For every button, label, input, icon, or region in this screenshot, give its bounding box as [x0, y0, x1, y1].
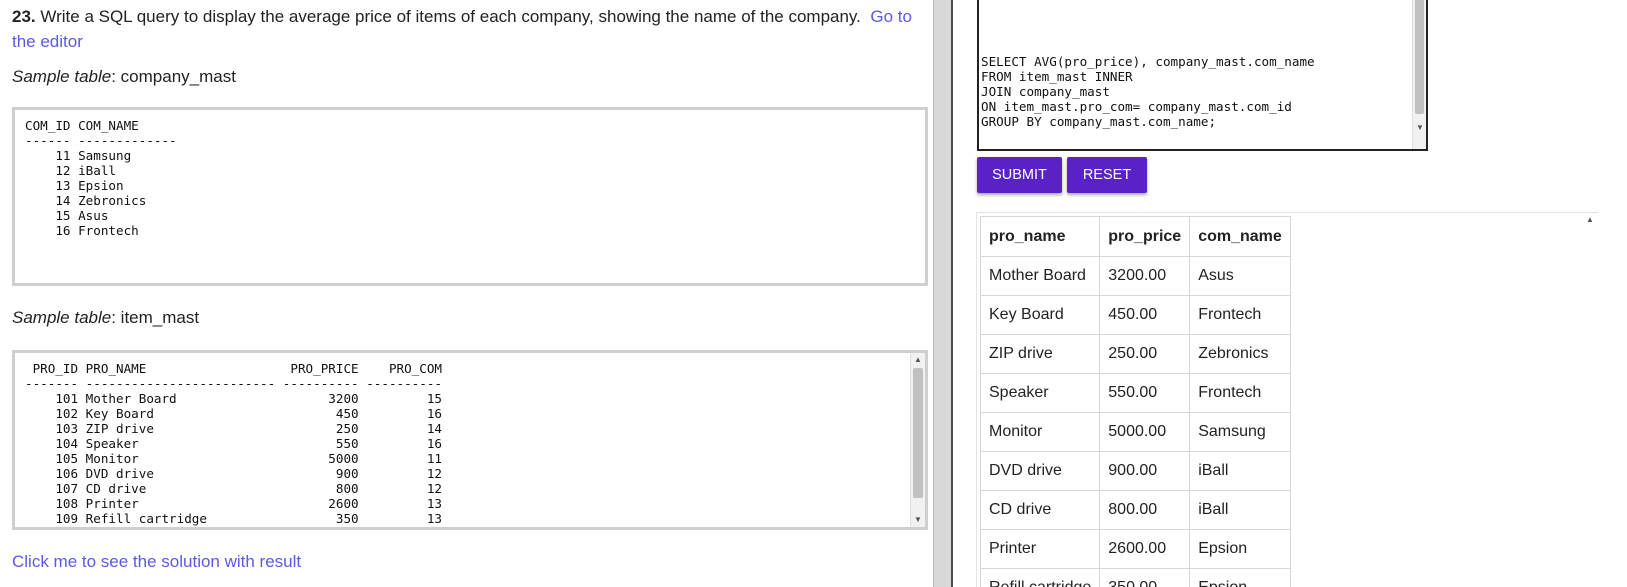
company-mast-table: COM_ID COM_NAME ------ ------------- 11 … — [12, 107, 928, 286]
sql-editor[interactable]: SELECT AVG(pro_price), company_mast.com_… — [977, 0, 1428, 151]
cell-com-name: Frontech — [1189, 373, 1291, 413]
cell-pro-price: 550.00 — [1099, 373, 1191, 413]
table-row: Key Board 450.00 Frontech — [979, 295, 1291, 335]
question-text: 23. Write a SQL query to display the ave… — [12, 4, 927, 54]
sample-table-heading-item: Sample table: item_mast — [12, 308, 199, 328]
sql-code[interactable]: SELECT AVG(pro_price), company_mast.com_… — [981, 54, 1315, 129]
item-mast-table[interactable]: PRO_ID PRO_NAME PRO_PRICE PRO_COM ------… — [12, 350, 928, 530]
result-panel[interactable]: pro_name pro_price com_name Mother Board… — [976, 212, 1598, 587]
scroll-down-arrow-icon[interactable]: ▼ — [911, 513, 925, 527]
company-mast-content: COM_ID COM_NAME ------ ------------- 11 … — [25, 118, 177, 238]
cell-pro-name: Monitor — [979, 412, 1101, 452]
sample-table-label: Sample table — [12, 308, 112, 327]
table-row: Printer 2600.00 Epsion — [979, 529, 1291, 569]
cell-pro-price: 900.00 — [1099, 451, 1191, 491]
scroll-thumb[interactable] — [913, 368, 923, 498]
sample-table-label: Sample table — [12, 67, 112, 86]
cell-pro-name: Refill cartridge — [979, 568, 1101, 587]
scroll-up-arrow-icon[interactable]: ▲ — [1586, 215, 1594, 224]
result-table: pro_name pro_price com_name Mother Board… — [979, 216, 1291, 587]
cell-pro-price: 250.00 — [1099, 334, 1191, 374]
table-row: DVD drive 900.00 iBall — [979, 451, 1291, 491]
column-header: com_name — [1189, 216, 1291, 257]
scroll-down-arrow-icon[interactable]: ▼ — [1413, 121, 1426, 135]
cell-pro-price: 800.00 — [1099, 490, 1191, 530]
cell-com-name: Asus — [1189, 256, 1291, 296]
cell-pro-price: 3200.00 — [1099, 256, 1191, 296]
cell-pro-name: DVD drive — [979, 451, 1101, 491]
table-row: Speaker 550.00 Frontech — [979, 373, 1291, 413]
result-header-row: pro_name pro_price com_name — [979, 216, 1291, 257]
editor-panel: SELECT AVG(pro_price), company_mast.com_… — [953, 0, 1627, 587]
column-header: pro_price — [1099, 216, 1191, 257]
cell-pro-name: Mother Board — [979, 256, 1101, 296]
cell-pro-price: 5000.00 — [1099, 412, 1191, 452]
table-row: Mother Board 3200.00 Asus — [979, 256, 1291, 296]
exercise-panel: 23. Write a SQL query to display the ave… — [0, 0, 940, 587]
cell-com-name: Samsung — [1189, 412, 1291, 452]
cell-pro-name: ZIP drive — [979, 334, 1101, 374]
cell-pro-name: Key Board — [979, 295, 1101, 335]
item-mast-scrollbar[interactable]: ▲ ▼ — [910, 353, 925, 527]
cell-pro-price: 2600.00 — [1099, 529, 1191, 569]
reset-button[interactable]: RESET — [1067, 157, 1147, 193]
table-row: Monitor 5000.00 Samsung — [979, 412, 1291, 452]
editor-scroll-thumb[interactable] — [1415, 0, 1424, 114]
sample-table-name: : item_mast — [111, 308, 200, 327]
cell-pro-name: CD drive — [979, 490, 1101, 530]
table-row: Refill cartridge350.00Epsion — [979, 568, 1291, 587]
cell-com-name: iBall — [1189, 490, 1291, 530]
cell-pro-price: 350.00 — [1099, 568, 1191, 587]
cell-com-name: Epsion — [1189, 568, 1291, 587]
solution-link[interactable]: Click me to see the solution with result — [12, 552, 301, 572]
item-mast-content: PRO_ID PRO_NAME PRO_PRICE PRO_COM ------… — [25, 361, 443, 526]
question-body: Write a SQL query to display the average… — [35, 7, 861, 26]
cell-pro-name: Printer — [979, 529, 1101, 569]
submit-button[interactable]: SUBMIT — [977, 157, 1062, 193]
table-row: ZIP drive 250.00 Zebronics — [979, 334, 1291, 374]
question-number: 23. — [12, 7, 36, 26]
pane-divider[interactable] — [933, 0, 953, 587]
sample-table-name: : company_mast — [111, 67, 236, 86]
cell-com-name: Epsion — [1189, 529, 1291, 569]
scroll-up-arrow-icon[interactable]: ▲ — [911, 353, 925, 367]
cell-pro-price: 450.00 — [1099, 295, 1191, 335]
cell-com-name: Frontech — [1189, 295, 1291, 335]
sample-table-heading-company: Sample table: company_mast — [12, 67, 236, 87]
cell-com-name: iBall — [1189, 451, 1291, 491]
cell-com-name: Zebronics — [1189, 334, 1291, 374]
cell-pro-name: Speaker — [979, 373, 1101, 413]
table-row: CD drive 800.00 iBall — [979, 490, 1291, 530]
column-header: pro_name — [979, 216, 1101, 257]
editor-scrollbar[interactable]: ▼ — [1412, 0, 1426, 149]
result-scrollbar[interactable]: ▲ — [1584, 213, 1598, 587]
